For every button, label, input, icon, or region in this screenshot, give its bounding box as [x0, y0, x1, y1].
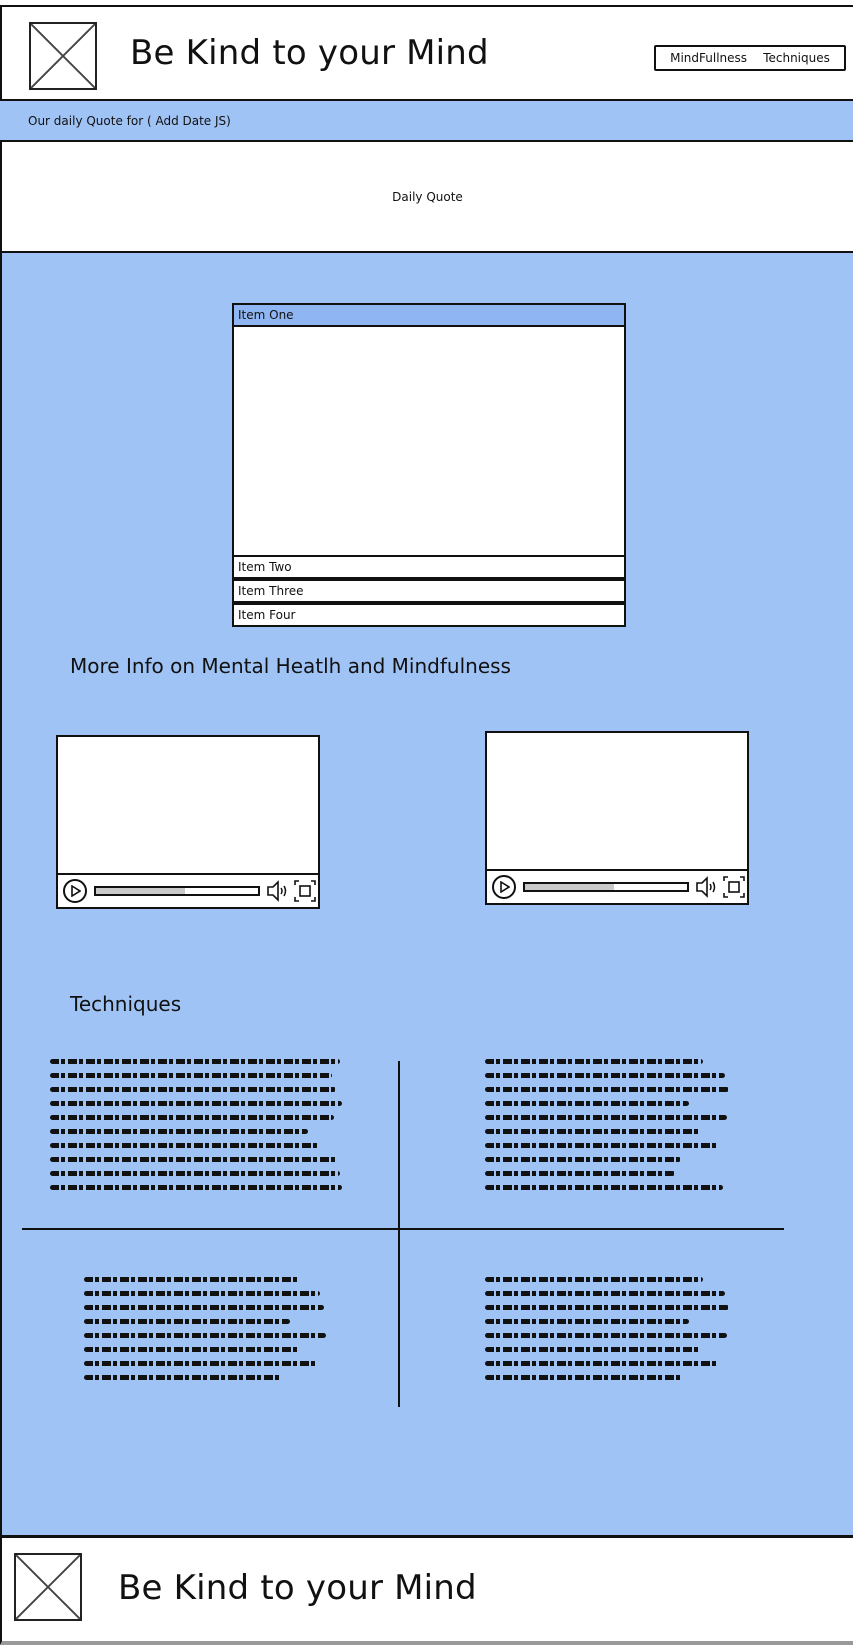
more-info-heading: More Info on Mental Heatlh and Mindfulne… — [70, 654, 511, 678]
video-screen[interactable] — [487, 733, 747, 871]
technique-text-block — [485, 1059, 729, 1199]
technique-text-block — [485, 1277, 729, 1389]
video-controls — [58, 875, 318, 907]
site-title: Be Kind to your Mind — [130, 33, 489, 73]
nav-link-mindfullness[interactable]: MindFullness — [670, 51, 747, 65]
volume-icon[interactable] — [695, 876, 719, 898]
accordion-item-three[interactable]: Item Three — [232, 579, 626, 603]
accordion-item-one[interactable]: Item One — [232, 303, 626, 327]
site-footer: Be Kind to your Mind — [0, 1538, 853, 1645]
quote-date-bar: Our daily Quote for ( Add Date JS) — [0, 101, 853, 142]
volume-icon[interactable] — [266, 880, 290, 902]
site-header: Be Kind to your Mind MindFullness Techni… — [0, 5, 853, 101]
image-placeholder-icon — [29, 22, 97, 90]
main-nav: MindFullness Techniques — [654, 45, 846, 71]
daily-quote-text: Daily Quote — [392, 190, 463, 204]
accordion-item-two[interactable]: Item Two — [232, 555, 626, 579]
video-progress-bar[interactable] — [523, 882, 689, 892]
technique-text-block — [84, 1277, 326, 1389]
techniques-heading: Techniques — [70, 992, 182, 1016]
accordion: Item One Item Two Item Three Item Four — [232, 303, 626, 628]
play-icon[interactable] — [492, 875, 516, 899]
fullscreen-icon[interactable] — [723, 876, 745, 898]
accordion-panel — [232, 327, 626, 555]
fullscreen-icon[interactable] — [294, 880, 316, 902]
image-placeholder-icon — [14, 1553, 82, 1621]
nav-link-techniques[interactable]: Techniques — [763, 51, 830, 65]
play-icon[interactable] — [63, 879, 87, 903]
accordion-item-four[interactable]: Item Four — [232, 603, 626, 627]
video-controls — [487, 871, 747, 903]
technique-text-block — [50, 1059, 342, 1199]
video-progress-bar[interactable] — [94, 886, 260, 896]
video-player[interactable] — [56, 735, 320, 909]
grid-divider-vertical — [398, 1061, 400, 1407]
video-screen[interactable] — [58, 737, 318, 875]
daily-quote-box: Daily Quote — [0, 142, 853, 253]
video-progress-fill — [525, 884, 615, 890]
grid-divider-horizontal — [22, 1228, 784, 1230]
video-progress-fill — [96, 888, 186, 894]
main-content: Item One Item Two Item Three Item Four M… — [0, 253, 853, 1538]
quote-date-label: Our daily Quote for ( Add Date JS) — [28, 114, 231, 128]
video-player[interactable] — [485, 731, 749, 905]
footer-title: Be Kind to your Mind — [118, 1568, 477, 1608]
